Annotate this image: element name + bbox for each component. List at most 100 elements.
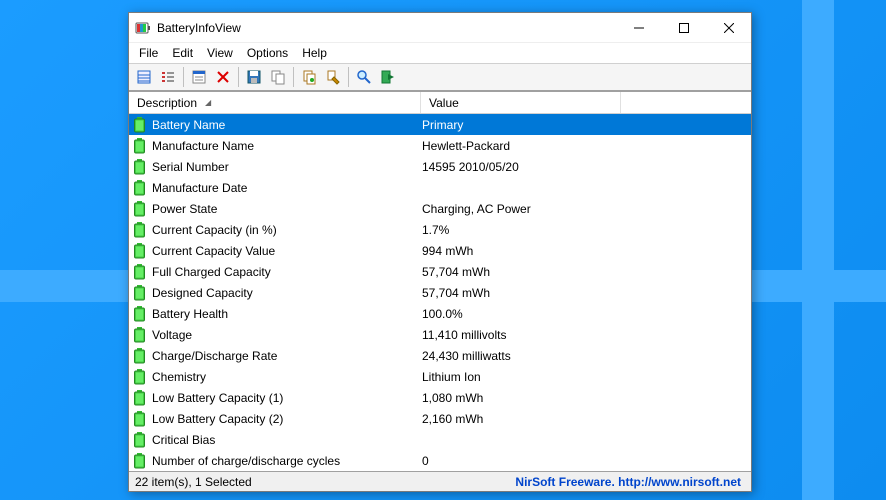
copy-icon (270, 69, 286, 85)
row-description: Serial Number (152, 160, 422, 174)
row-value: 994 mWh (422, 244, 751, 258)
battery-icon (133, 264, 146, 280)
column-header-label: Description (137, 96, 197, 110)
minimize-button[interactable] (616, 13, 661, 42)
minimize-icon (634, 23, 644, 33)
tool-refresh-button[interactable] (298, 66, 320, 88)
column-header-label: Value (429, 96, 459, 110)
row-value: Lithium Ion (422, 370, 751, 384)
table-row[interactable]: Serial Number14595 2010/05/20 (129, 156, 751, 177)
row-description: Chemistry (152, 370, 422, 384)
row-value: Charging, AC Power (422, 202, 751, 216)
table-row[interactable]: Battery NamePrimary (129, 114, 751, 135)
table-row[interactable]: Current Capacity (in %)1.7% (129, 219, 751, 240)
list-view-icon (160, 69, 176, 85)
battery-icon (133, 327, 146, 343)
row-value: 0 (422, 454, 751, 468)
tool-delete-button[interactable] (212, 66, 234, 88)
exit-icon (380, 69, 396, 85)
table-row[interactable]: Battery Health100.0% (129, 303, 751, 324)
maximize-button[interactable] (661, 13, 706, 42)
table-row[interactable]: Manufacture Date (129, 177, 751, 198)
status-credits: NirSoft Freeware. http://www.nirsoft.net (505, 475, 751, 489)
row-value: 57,704 mWh (422, 265, 751, 279)
close-button[interactable] (706, 13, 751, 42)
tool-exit-button[interactable] (377, 66, 399, 88)
row-value: 1,080 mWh (422, 391, 751, 405)
table-row[interactable]: ChemistryLithium Ion (129, 366, 751, 387)
properties-icon (191, 69, 207, 85)
row-description: Manufacture Date (152, 181, 422, 195)
battery-icon (133, 201, 146, 217)
tool-save-button[interactable] (243, 66, 265, 88)
table-row[interactable]: Power StateCharging, AC Power (129, 198, 751, 219)
desktop-decoration (802, 0, 834, 500)
toolbar-separator (238, 67, 239, 87)
titlebar[interactable]: BatteryInfoView (129, 13, 751, 43)
app-window: BatteryInfoView File Edit View Options H… (128, 12, 752, 492)
list-body[interactable]: Battery NamePrimaryManufacture NameHewle… (129, 114, 751, 471)
row-description: Battery Health (152, 307, 422, 321)
battery-icon (133, 138, 146, 154)
table-row[interactable]: Current Capacity Value994 mWh (129, 240, 751, 261)
menu-options[interactable]: Options (241, 44, 294, 62)
column-header-value[interactable]: Value (421, 92, 621, 113)
save-icon (246, 69, 262, 85)
table-row[interactable]: Full Charged Capacity57,704 mWh (129, 261, 751, 282)
menu-file[interactable]: File (133, 44, 164, 62)
table-row[interactable]: Low Battery Capacity (1)1,080 mWh (129, 387, 751, 408)
row-value: 100.0% (422, 307, 751, 321)
row-description: Battery Name (152, 118, 422, 132)
battery-icon (133, 411, 146, 427)
window-title: BatteryInfoView (157, 21, 616, 35)
toolbar-separator (183, 67, 184, 87)
table-row[interactable]: Voltage11,410 millivolts (129, 324, 751, 345)
menu-edit[interactable]: Edit (166, 44, 199, 62)
row-description: Critical Bias (152, 433, 422, 447)
battery-icon (133, 348, 146, 364)
tool-list-view-button[interactable] (157, 66, 179, 88)
table-row[interactable]: Charge/Discharge Rate24,430 milliwatts (129, 345, 751, 366)
list-view: Description ◢ Value Battery NamePrimaryM… (129, 91, 751, 471)
column-header-description[interactable]: Description ◢ (129, 92, 421, 113)
menubar: File Edit View Options Help (129, 43, 751, 63)
row-description: Full Charged Capacity (152, 265, 422, 279)
sort-indicator-icon: ◢ (205, 98, 211, 107)
battery-icon (133, 453, 146, 469)
battery-icon (133, 432, 146, 448)
battery-icon (133, 369, 146, 385)
table-row[interactable]: Low Battery Capacity (2)2,160 mWh (129, 408, 751, 429)
table-row[interactable]: Critical Bias (129, 429, 751, 450)
row-description: Manufacture Name (152, 139, 422, 153)
window-controls (616, 13, 751, 42)
tool-details-view-button[interactable] (133, 66, 155, 88)
battery-icon (133, 117, 146, 133)
row-value: 57,704 mWh (422, 286, 751, 300)
row-description: Low Battery Capacity (2) (152, 412, 422, 426)
table-row[interactable]: Manufacture NameHewlett-Packard (129, 135, 751, 156)
menu-view[interactable]: View (201, 44, 239, 62)
row-description: Voltage (152, 328, 422, 342)
maximize-icon (679, 23, 689, 33)
row-value: 1.7% (422, 223, 751, 237)
tool-find-button[interactable] (353, 66, 375, 88)
row-description: Number of charge/discharge cycles (152, 454, 422, 468)
toolbar (129, 63, 751, 91)
row-value: Primary (422, 118, 751, 132)
tool-properties-button[interactable] (188, 66, 210, 88)
row-value: 11,410 millivolts (422, 328, 751, 342)
tool-copy-button[interactable] (267, 66, 289, 88)
battery-icon (133, 222, 146, 238)
battery-icon (133, 285, 146, 301)
table-row[interactable]: Number of charge/discharge cycles0 (129, 450, 751, 471)
status-item-count: 22 item(s), 1 Selected (129, 475, 505, 489)
table-row[interactable]: Designed Capacity57,704 mWh (129, 282, 751, 303)
row-value: 14595 2010/05/20 (422, 160, 751, 174)
battery-icon (133, 390, 146, 406)
statusbar: 22 item(s), 1 Selected NirSoft Freeware.… (129, 471, 751, 491)
row-value: 24,430 milliwatts (422, 349, 751, 363)
toolbar-separator (293, 67, 294, 87)
column-headers: Description ◢ Value (129, 92, 751, 114)
menu-help[interactable]: Help (296, 44, 333, 62)
tool-options-button[interactable] (322, 66, 344, 88)
